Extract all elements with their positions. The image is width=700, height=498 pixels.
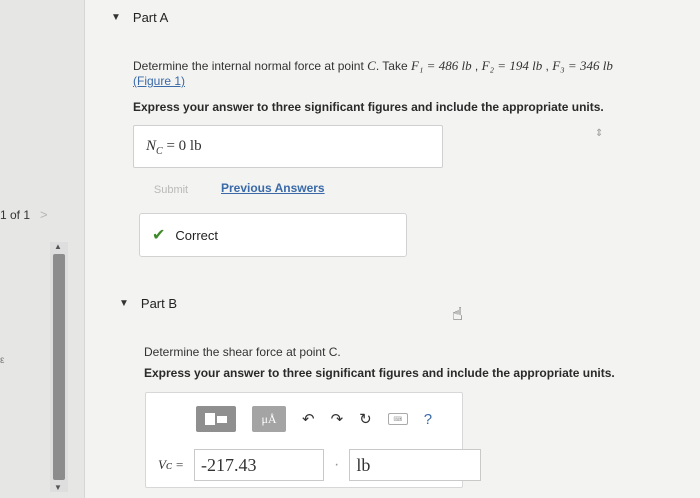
reset-icon[interactable]: ↻ [359,410,372,428]
part-b-header[interactable]: ▼ Part B [119,296,177,311]
pager-next-arrow-icon[interactable]: > [40,207,48,222]
scrollbar[interactable]: ▲ ▼ [50,242,68,492]
scrollbar-thumb[interactable] [53,254,65,480]
undo-icon[interactable]: ↶ [302,410,315,428]
templates-button[interactable] [196,406,236,432]
collapse-triangle-icon[interactable]: ▼ [111,12,121,23]
part-a-question: Determine the internal normal force at p… [133,58,613,88]
part-a-answer: NC = 0 lb [146,138,202,157]
units-button[interactable]: μÅ [252,406,286,432]
main-content: ▼ Part A Determine the internal normal f… [85,0,700,498]
figure-link[interactable]: (Figure 1) [133,74,185,88]
unit-input[interactable]: lb [349,449,482,481]
help-button[interactable]: ? [424,411,432,428]
multiply-dot: · [334,456,340,473]
part-a-answer-box: NC = 0 lb [133,125,443,168]
pager: 1 of 1 > [0,207,48,222]
part-b-title: Part B [140,296,178,311]
previous-answers-link[interactable]: Previous Answers [221,181,325,195]
hand-cursor-icon: ☝ [452,304,463,324]
part-b-instruction: Express your answer to three significant… [144,366,615,380]
scroll-down-icon[interactable]: ▼ [54,483,62,492]
left-panel: 1 of 1 > ε ▲ ▼ [0,0,85,498]
side-marker-icon: ε [0,355,5,366]
variable-label: Vᴄ = [158,457,184,472]
answer-input-row: Vᴄ = -217.43 · lb [158,449,482,481]
value-input[interactable]: -217.43 [194,449,324,481]
keyboard-icon[interactable]: ⌨ [387,413,408,425]
answer-editor: μÅ ↶ ↷ ↻ ⌨ ? Vᴄ = -217.43 · lb [145,392,482,488]
redo-icon[interactable]: ↷ [331,410,344,428]
checkmark-icon: ✔ [152,227,166,244]
scroll-up-icon[interactable]: ▲ [54,242,62,251]
submit-button[interactable]: Submit [139,180,203,200]
part-a-header[interactable]: ▼ Part A [111,10,168,25]
part-a-instruction: Express your answer to three significant… [133,100,604,114]
part-b-question: Determine the shear force at point C. [144,345,341,359]
pager-text: 1 of 1 [0,207,31,222]
part-a-title: Part A [132,10,169,25]
correct-label: Correct [175,227,219,243]
editor-toolbar: μÅ ↶ ↷ ↻ ⌨ ? [196,406,432,432]
resize-handle-icon[interactable]: ⇕ [595,128,603,139]
correct-feedback: ✔ Correct [139,213,407,257]
collapse-triangle-icon[interactable]: ▼ [119,298,129,309]
